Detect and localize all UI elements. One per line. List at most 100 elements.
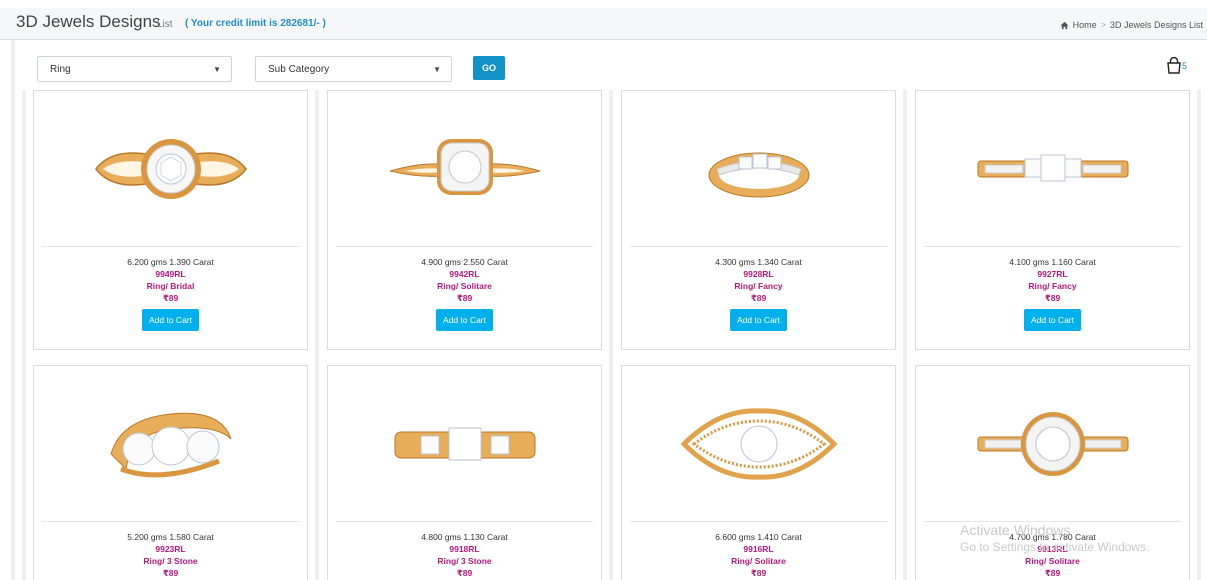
breadcrumb: Home > 3D Jewels Designs List xyxy=(1060,20,1203,30)
ring-image xyxy=(94,138,247,199)
product-code[interactable]: 9916RL xyxy=(622,543,895,555)
left-rail xyxy=(11,40,15,580)
product-weight-carat: 4.300 gms 1.340 Carat xyxy=(715,257,802,267)
product-category: Ring/ 3 Stone xyxy=(143,556,198,566)
card-divider xyxy=(630,246,887,247)
product-info: 4.100 gms 1.160 Carat 9927RL Ring/ Fancy… xyxy=(916,257,1189,331)
ring-image xyxy=(679,407,838,480)
product-info: 4.800 gms 1.130 Carat 9918RL Ring/ 3 Sto… xyxy=(328,532,601,579)
page-subtitle: List xyxy=(157,19,173,30)
add-to-cart-button[interactable]: Add to Cart xyxy=(142,309,199,331)
card-divider xyxy=(924,246,1181,247)
chevron-down-icon: ▼ xyxy=(433,65,441,74)
product-card[interactable]: 4.300 gms 1.340 Carat 9928RL Ring/ Fancy… xyxy=(621,90,896,350)
product-image[interactable] xyxy=(34,91,307,246)
product-info: 4.900 gms 2.550 Carat 9942RL Ring/ Solit… xyxy=(328,257,601,331)
product-category: Ring/ Solitare xyxy=(1025,556,1080,566)
page-header: 3D Jewels Designs List ( Your credit lim… xyxy=(0,8,1207,40)
add-to-cart-button[interactable]: Add to Cart xyxy=(1024,309,1081,331)
column-separator xyxy=(315,90,319,580)
card-divider xyxy=(336,521,593,522)
product-info: 6.200 gms 1.390 Carat 9949RL Ring/ Brida… xyxy=(34,257,307,331)
product-code[interactable]: 9928RL xyxy=(622,268,895,280)
product-code[interactable]: 9923RL xyxy=(34,543,307,555)
shopping-bag-icon xyxy=(1167,57,1181,74)
page-title: 3D Jewels Designs xyxy=(16,12,161,31)
ring-image xyxy=(109,412,231,477)
product-card[interactable]: 4.800 gms 1.130 Carat 9918RL Ring/ 3 Sto… xyxy=(327,365,602,580)
product-price: ₹89 xyxy=(456,568,473,578)
category-select-value: Ring xyxy=(50,64,71,75)
product-price: ₹89 xyxy=(162,293,179,303)
product-code[interactable]: 9927RL xyxy=(916,268,1189,280)
column-separator xyxy=(22,90,26,580)
product-price: ₹89 xyxy=(750,568,767,578)
product-info: 6.600 gms 1.410 Carat 9916RL Ring/ Solit… xyxy=(622,532,895,579)
category-select[interactable]: Ring ▼ xyxy=(37,56,232,82)
card-divider xyxy=(42,246,299,247)
activate-windows-watermark: Activate Windows Go to Settings to activ… xyxy=(960,522,1149,554)
product-category: Ring/ Fancy xyxy=(1028,281,1077,291)
product-code[interactable]: 9918RL xyxy=(328,543,601,555)
column-separator xyxy=(903,90,907,580)
ring-image xyxy=(977,154,1128,181)
product-info: 5.200 gms 1.580 Carat 9923RL Ring/ 3 Sto… xyxy=(34,532,307,579)
add-to-cart-button[interactable]: Add to Cart xyxy=(730,309,787,331)
ring-image xyxy=(977,411,1128,476)
product-image[interactable] xyxy=(916,91,1189,246)
product-card[interactable]: 6.200 gms 1.390 Carat 9949RL Ring/ Brida… xyxy=(33,90,308,350)
breadcrumb-current: 3D Jewels Designs List xyxy=(1109,20,1203,30)
go-button[interactable]: GO xyxy=(473,56,505,80)
product-category: Ring/ Bridal xyxy=(146,281,195,291)
product-price: ₹89 xyxy=(1044,293,1061,303)
product-code[interactable]: 9942RL xyxy=(328,268,601,280)
ring-image xyxy=(389,138,540,195)
card-divider xyxy=(42,521,299,522)
column-separator xyxy=(1197,90,1201,580)
product-category: Ring/ Solitare xyxy=(731,556,786,566)
top-strip xyxy=(0,0,1207,8)
product-weight-carat: 6.600 gms 1.410 Carat xyxy=(715,532,802,542)
home-icon[interactable] xyxy=(1060,21,1069,30)
subcategory-select[interactable]: Sub Category ▼ xyxy=(255,56,452,82)
watermark-subtitle: Go to Settings to activate Windows. xyxy=(960,540,1150,554)
product-card[interactable]: 4.100 gms 1.160 Carat 9927RL Ring/ Fancy… xyxy=(915,90,1190,350)
product-card[interactable]: 4.900 gms 2.550 Carat 9942RL Ring/ Solit… xyxy=(327,90,602,350)
chevron-down-icon: ▼ xyxy=(213,65,221,74)
product-image[interactable] xyxy=(328,366,601,521)
product-card[interactable]: 5.200 gms 1.580 Carat 9923RL Ring/ 3 Sto… xyxy=(33,365,308,580)
watermark-title: Activate Windows xyxy=(960,522,1071,538)
product-price: ₹89 xyxy=(750,293,767,303)
product-price: ₹89 xyxy=(456,293,473,303)
product-weight-carat: 6.200 gms 1.390 Carat xyxy=(127,257,214,267)
product-price: ₹89 xyxy=(1044,568,1061,578)
subcategory-select-value: Sub Category xyxy=(268,64,330,75)
product-image[interactable] xyxy=(34,366,307,521)
product-category: Ring/ Solitare xyxy=(437,281,492,291)
add-to-cart-button[interactable]: Add to Cart xyxy=(436,309,493,331)
product-price: ₹89 xyxy=(162,568,179,578)
breadcrumb-home[interactable]: Home xyxy=(1073,20,1097,30)
breadcrumb-separator: > xyxy=(1100,20,1106,30)
product-category: Ring/ 3 Stone xyxy=(437,556,492,566)
product-image[interactable] xyxy=(916,366,1189,521)
cart-button[interactable]: 5 xyxy=(1166,57,1187,74)
product-weight-carat: 4.900 gms 2.550 Carat xyxy=(421,257,508,267)
product-image[interactable] xyxy=(622,91,895,246)
cart-count: 5 xyxy=(1182,61,1188,71)
product-image[interactable] xyxy=(622,366,895,521)
product-info: 4.300 gms 1.340 Carat 9928RL Ring/ Fancy… xyxy=(622,257,895,331)
credit-limit: ( Your credit limit is 282681/- ) xyxy=(185,18,326,29)
ring-image xyxy=(394,427,535,460)
product-card[interactable]: 6.600 gms 1.410 Carat 9916RL Ring/ Solit… xyxy=(621,365,896,580)
product-category: Ring/ Fancy xyxy=(734,281,783,291)
card-divider xyxy=(336,246,593,247)
product-code[interactable]: 9949RL xyxy=(34,268,307,280)
card-divider xyxy=(630,521,887,522)
ring-image xyxy=(708,152,809,197)
product-weight-carat: 4.100 gms 1.160 Carat xyxy=(1009,257,1096,267)
product-image[interactable] xyxy=(328,91,601,246)
column-separator xyxy=(609,90,613,580)
product-weight-carat: 5.200 gms 1.580 Carat xyxy=(127,532,214,542)
product-weight-carat: 4.800 gms 1.130 Carat xyxy=(421,532,508,542)
